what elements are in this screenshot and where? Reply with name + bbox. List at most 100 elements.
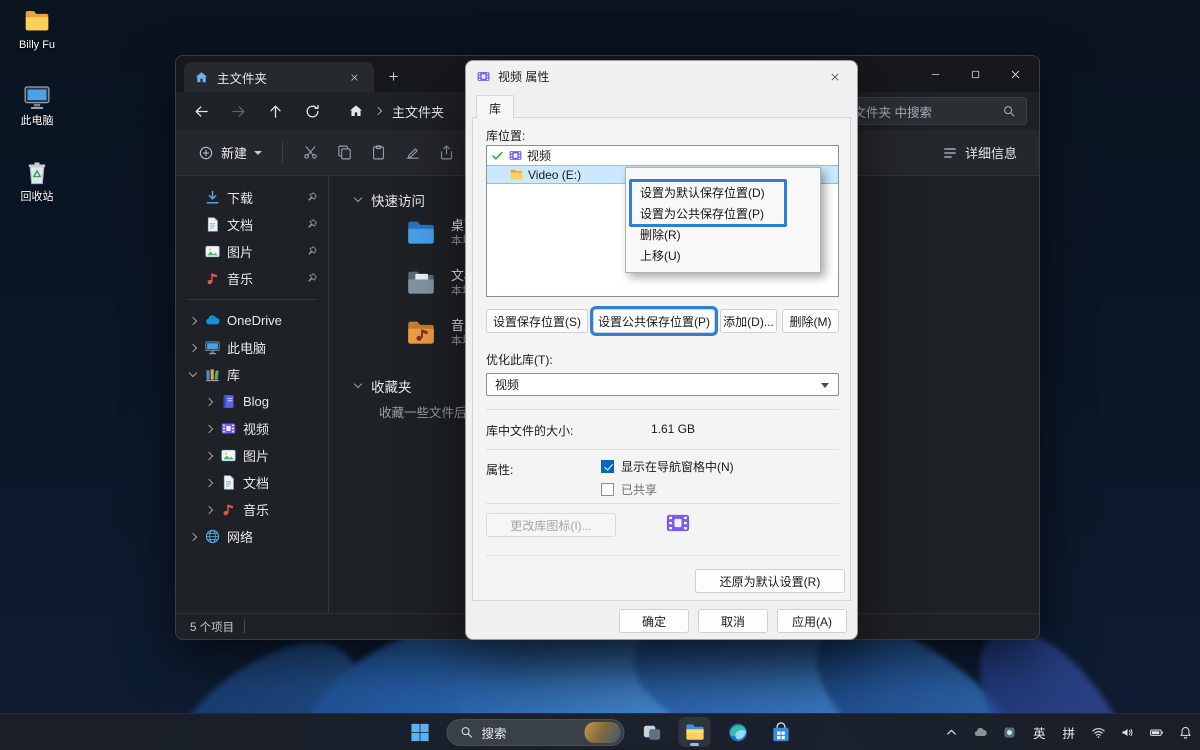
share-button[interactable]	[429, 137, 463, 169]
sidebar-item-label: 库	[227, 368, 241, 383]
maximize-button[interactable]	[955, 59, 995, 89]
chevron-down-icon[interactable]	[188, 370, 198, 380]
menu-item-set-default-save[interactable]: 设置为默认保存位置(D)	[626, 182, 820, 203]
up-button[interactable]	[260, 96, 290, 126]
notifications-button[interactable]	[1176, 723, 1194, 741]
chevron-down-icon[interactable]	[353, 381, 363, 391]
chevron-down-icon[interactable]	[353, 195, 363, 205]
taskbar-search[interactable]: 搜索	[446, 718, 625, 746]
sidebar-item-downloads[interactable]: 下载	[180, 184, 324, 211]
explorer-tab-home[interactable]: 主文件夹	[184, 62, 374, 92]
back-button[interactable]	[186, 96, 216, 126]
document-icon	[220, 474, 237, 491]
ime-mode-button[interactable]: 英	[1030, 721, 1049, 744]
sidebar-item-label: OneDrive	[227, 313, 282, 328]
menu-item-move-up[interactable]: 上移(U)	[626, 245, 820, 266]
cancel-button[interactable]: 取消	[698, 609, 768, 633]
show-in-nav-checkbox-row[interactable]: 显示在导航窗格中(N)	[601, 458, 734, 475]
sidebar-item-pictures[interactable]: 图片	[180, 238, 324, 265]
details-button[interactable]: 详细信息	[932, 137, 1027, 169]
checkbox-unchecked[interactable]	[601, 483, 614, 496]
add-button[interactable]: 添加(D)...	[720, 309, 777, 333]
minimize-button[interactable]	[915, 59, 955, 89]
volume-button[interactable]	[1118, 723, 1136, 741]
chevron-right-icon[interactable]	[204, 397, 214, 407]
desktop-icon-recycle-bin[interactable]: 回收站	[2, 158, 72, 204]
menu-item-remove[interactable]: 删除(R)	[626, 224, 820, 245]
cut-button[interactable]	[293, 137, 327, 169]
tab-library[interactable]: 库	[476, 95, 515, 118]
sidebar-item-blog[interactable]: Blog	[180, 388, 324, 415]
breadcrumb[interactable]: 主文件夹	[348, 102, 444, 121]
paste-button[interactable]	[361, 137, 395, 169]
pin-icon	[305, 272, 318, 285]
pictures-icon	[220, 447, 237, 464]
sidebar-item-documents-library[interactable]: 文档	[180, 469, 324, 496]
sidebar-item-onedrive[interactable]: OneDrive	[180, 307, 324, 334]
wifi-icon	[1091, 725, 1106, 740]
chevron-right-icon[interactable]	[204, 478, 214, 488]
desktop-icon-label: Billy Fu	[18, 39, 56, 51]
speaker-icon	[1120, 725, 1135, 740]
quick-access-header[interactable]: 快速访问	[353, 190, 425, 210]
sidebar-item-network[interactable]: 网络	[180, 523, 324, 550]
rename-button[interactable]	[395, 137, 429, 169]
sidebar-item-pictures-library[interactable]: 图片	[180, 442, 324, 469]
checkbox-checked[interactable]	[601, 460, 614, 473]
menu-item-set-public-save[interactable]: 设置为公共保存位置(P)	[626, 203, 820, 224]
sidebar-item-libraries[interactable]: 库	[180, 361, 324, 388]
sidebar-item-music-library[interactable]: 音乐	[180, 496, 324, 523]
sidebar-item-music[interactable]: 音乐	[180, 265, 324, 292]
store-button[interactable]	[765, 717, 797, 747]
edge-button[interactable]	[722, 717, 754, 747]
chevron-right-icon[interactable]	[188, 316, 198, 326]
set-public-save-location-button[interactable]: 设置公共保存位置(P)	[593, 309, 715, 333]
apply-button[interactable]: 应用(A)	[777, 609, 847, 633]
chevron-right-icon[interactable]	[204, 505, 214, 515]
close-window-button[interactable]	[995, 59, 1035, 89]
sidebar-item-videos-library[interactable]: 视频	[180, 415, 324, 442]
chevron-right-icon	[373, 106, 383, 116]
copy-button[interactable]	[327, 137, 361, 169]
change-library-icon-button[interactable]: 更改库图标(I)...	[486, 513, 616, 537]
restore-defaults-button[interactable]: 还原为默认设置(R)	[695, 569, 845, 593]
location-row-videos[interactable]: 视频	[487, 146, 838, 165]
chevron-right-icon[interactable]	[204, 451, 214, 461]
file-explorer-button[interactable]	[678, 717, 711, 747]
new-tab-button[interactable]	[380, 63, 406, 89]
pin-icon	[305, 191, 318, 204]
forward-button[interactable]	[223, 96, 253, 126]
sidebar-item-documents[interactable]: 文档	[180, 211, 324, 238]
ok-button[interactable]: 确定	[619, 609, 689, 633]
onedrive-tray-button[interactable]	[972, 723, 990, 741]
tray-app-button[interactable]	[1001, 723, 1019, 741]
breadcrumb-home[interactable]: 主文件夹	[392, 102, 444, 121]
task-view-button[interactable]	[636, 717, 668, 747]
refresh-button[interactable]	[297, 96, 327, 126]
tray-overflow-button[interactable]	[943, 723, 961, 741]
desktop-icon-billy-fu[interactable]: Billy Fu	[2, 6, 72, 52]
scissors-icon	[302, 144, 319, 161]
libraries-icon	[204, 366, 221, 383]
wifi-button[interactable]	[1089, 723, 1107, 741]
battery-button[interactable]	[1147, 723, 1165, 741]
system-tray: 英 拼	[943, 714, 1194, 750]
shared-checkbox-row[interactable]: 已共享	[601, 481, 657, 498]
chevron-right-icon[interactable]	[204, 424, 214, 434]
taskbar: 搜索 英 拼	[0, 713, 1200, 750]
sidebar-item-this-pc[interactable]: 此电脑	[180, 334, 324, 361]
dialog-close-button[interactable]	[818, 64, 852, 89]
chevron-right-icon[interactable]	[188, 343, 198, 353]
optimize-dropdown[interactable]: 视频	[486, 373, 839, 396]
chevron-right-icon[interactable]	[188, 532, 198, 542]
set-save-location-button[interactable]: 设置保存位置(S)	[486, 309, 588, 333]
maximize-icon	[969, 68, 982, 81]
new-button[interactable]: 新建	[188, 137, 272, 169]
start-button[interactable]	[404, 717, 436, 747]
ime-language-button[interactable]: 拼	[1059, 721, 1078, 744]
item-count: 5 个项目	[190, 621, 235, 634]
tab-close-button[interactable]	[344, 67, 364, 87]
favorites-header[interactable]: 收藏夹	[353, 376, 412, 396]
remove-button[interactable]: 删除(M)	[782, 309, 839, 333]
desktop-icon-this-pc[interactable]: 此电脑	[2, 82, 72, 128]
